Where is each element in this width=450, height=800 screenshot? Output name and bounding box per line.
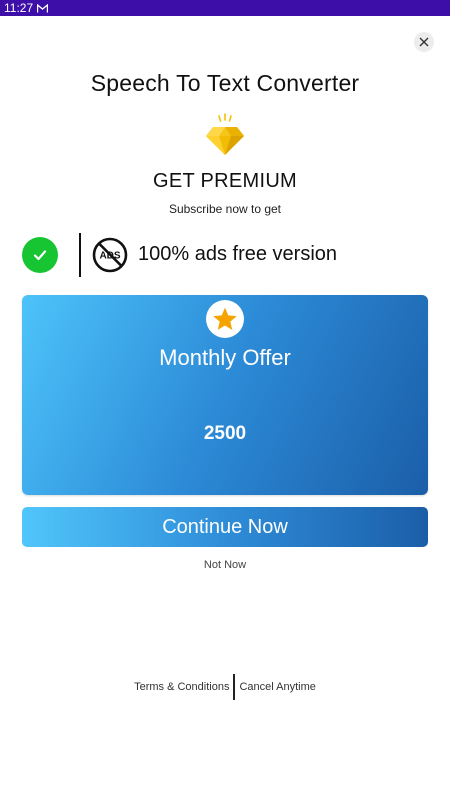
continue-button[interactable]: Continue Now	[22, 507, 428, 547]
offer-price: 2500	[203, 423, 247, 444]
no-ads-icon: ADS	[92, 237, 128, 273]
cancel-anytime-link[interactable]: Cancel Anytime	[239, 681, 315, 693]
app-title: Speech To Text Converter	[90, 70, 360, 96]
footer-links: Terms & Conditions Cancel Anytime	[0, 674, 450, 700]
not-now-link[interactable]: Not Now	[0, 559, 450, 571]
terms-link[interactable]: Terms & Conditions	[134, 681, 229, 693]
status-time: 11:27	[4, 1, 34, 15]
footer-divider	[233, 674, 236, 700]
star-badge	[206, 300, 244, 338]
offer-title: Monthly Offer	[159, 345, 291, 370]
diamond-icon	[206, 113, 244, 155]
premium-subtitle: Subscribe now to get	[168, 202, 282, 216]
feature-divider	[79, 233, 81, 277]
no-ads-icon-label: ADS	[99, 251, 120, 262]
star-icon	[213, 307, 237, 330]
feature-text: 100% ads free version	[138, 243, 338, 265]
gmail-icon	[37, 3, 49, 12]
monthly-offer-card[interactable]: Monthly Offer 2500	[22, 295, 428, 495]
status-bar: 11:27	[0, 0, 450, 16]
close-button[interactable]	[414, 32, 434, 52]
premium-title: GET PREMIUM	[152, 170, 298, 192]
feature-row: ADS 100% ads free version	[22, 233, 432, 277]
close-icon	[419, 37, 429, 47]
check-icon	[22, 237, 58, 273]
